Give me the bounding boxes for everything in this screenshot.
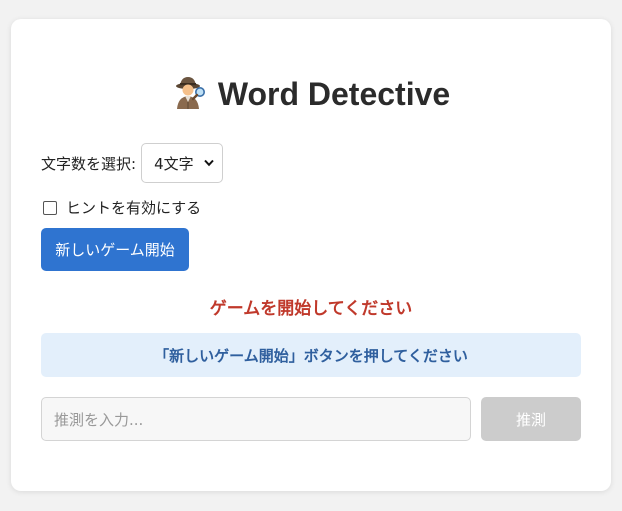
new-game-button[interactable]: 新しいゲーム開始 <box>41 228 189 271</box>
hint-label: ヒントを有効にする <box>66 199 202 217</box>
page-title: Word Detective <box>11 75 611 113</box>
game-card: Word Detective 文字数を選択: 4文字 ヒントを有効にする 新しい… <box>11 19 611 491</box>
word-length-select[interactable]: 4文字 <box>141 143 224 183</box>
word-length-selected-value: 4文字 <box>154 154 194 173</box>
title-text: Word Detective <box>217 76 451 112</box>
info-box: 「新しいゲーム開始」ボタンを押してください <box>41 333 581 377</box>
word-length-row: 文字数を選択: 4文字 <box>41 143 224 183</box>
chevron-down-icon <box>204 159 214 167</box>
hint-row[interactable]: ヒントを有効にする <box>43 197 201 218</box>
hint-checkbox[interactable] <box>43 200 57 215</box>
guess-button[interactable]: 推測 <box>481 397 581 441</box>
word-length-label: 文字数を選択: <box>41 154 137 173</box>
detective-icon <box>175 77 205 109</box>
status-message: ゲームを開始してください <box>209 299 413 319</box>
guess-input[interactable]: 推測を入力... <box>41 397 471 441</box>
